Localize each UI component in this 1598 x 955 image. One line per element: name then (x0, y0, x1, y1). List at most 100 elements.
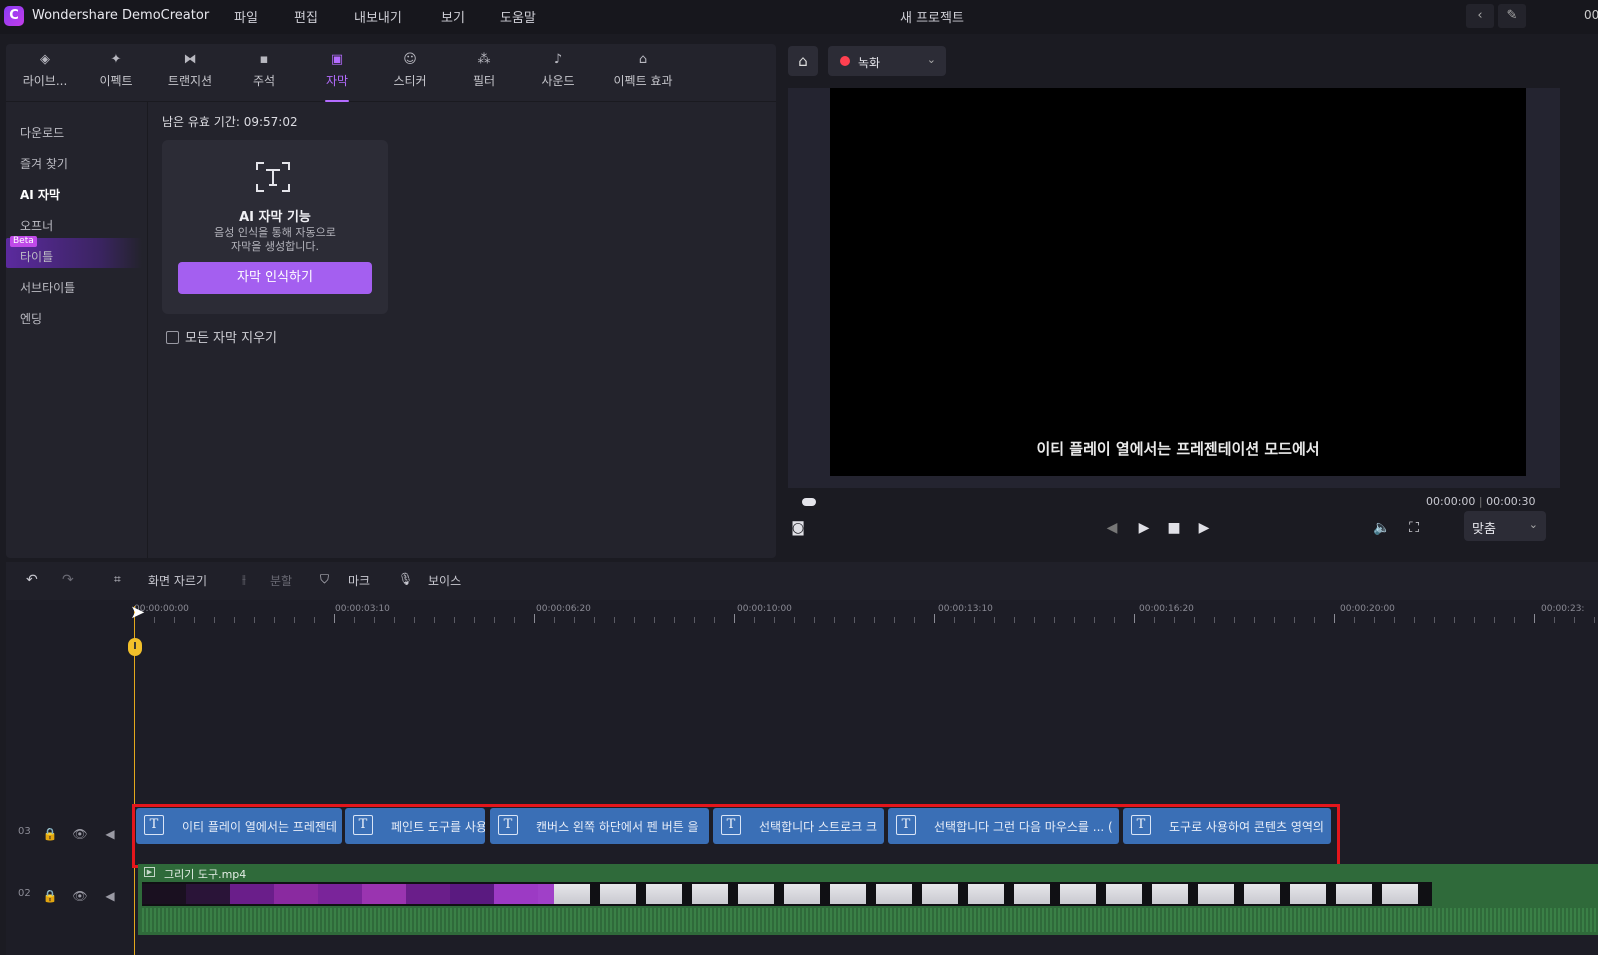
beta-badge: Beta (10, 236, 37, 247)
ruler-tick (1554, 617, 1555, 623)
recognize-captions-button[interactable]: 자막 인식하기 (178, 262, 372, 294)
video-thumbnail (876, 884, 912, 904)
ai-card-desc-line: 자막을 생성합니다. (231, 240, 319, 253)
undo-icon[interactable]: ↶ (26, 572, 38, 588)
checkbox-box[interactable] (166, 331, 179, 344)
lock-icon[interactable]: 🔒 (40, 886, 60, 906)
video-thumbnail (142, 884, 186, 904)
video-clip[interactable]: ▶ 그리기 도구.mp4 (138, 864, 1598, 935)
ruler-tick (654, 617, 655, 623)
clear-all-captions-checkbox[interactable]: 모든 자막 지우기 (166, 327, 277, 346)
menu-help[interactable]: 도움말 (500, 7, 536, 26)
video-thumbnail (922, 884, 958, 904)
speaker-icon[interactable]: ◀ (100, 886, 120, 906)
seek-bar[interactable] (802, 498, 1422, 506)
playhead-handle[interactable]: I (128, 638, 142, 656)
ruler-tick (1514, 617, 1515, 623)
crop-button[interactable]: 화면 자르기 (148, 572, 207, 589)
mark-button[interactable]: 마크 (348, 572, 370, 589)
ruler-tick (894, 617, 895, 623)
video-file-icon: ▶ (144, 867, 155, 877)
eye-icon[interactable]: 👁 (70, 824, 90, 844)
ruler-tick (374, 617, 375, 623)
tab-effects[interactable]: ✦ 이펙트 (94, 52, 138, 96)
ruler-time-label: 00:00:13:10 (938, 604, 993, 614)
tab-annotations[interactable]: ▪ 주석 (246, 52, 282, 96)
play-icon[interactable]: ▶ (1134, 520, 1154, 536)
ruler-time-label: 00:00:10:00 (737, 604, 792, 614)
menu-file[interactable]: 파일 (234, 7, 258, 26)
next-frame-icon[interactable]: ▶ (1194, 520, 1214, 536)
sidebar-item-title[interactable]: 타이틀 (20, 248, 53, 265)
tab-sounds[interactable]: ♪ 사운드 (534, 52, 582, 96)
fit-dropdown[interactable]: 맞춤 ⌄ (1464, 511, 1546, 541)
music-icon: ♪ (553, 52, 563, 67)
ruler-time-label: 00:00:03:10 (335, 604, 390, 614)
ruler-time-label: 00:00:20:00 (1340, 604, 1395, 614)
mouse-cursor-icon: ➤ (130, 602, 146, 623)
ruler-tick (1274, 617, 1275, 623)
sidebar-item-opener[interactable]: 오프너 (20, 217, 53, 234)
sparkle-icon: ✦ (110, 52, 122, 67)
menu-export[interactable]: 내보내기 (354, 7, 402, 26)
text-recognition-icon (256, 162, 290, 192)
record-dropdown[interactable]: 녹화 ⌄ (828, 46, 946, 76)
sidebar-item-ending[interactable]: 엔딩 (20, 310, 42, 327)
record-label: 녹화 (858, 56, 881, 70)
time-ruler[interactable]: 00:00:00:00 00:00:03:10 00:00:06:20 00:00:1… (134, 600, 1598, 626)
ruler-tick (334, 614, 335, 623)
stop-icon[interactable]: ■ (1164, 520, 1184, 536)
speaker-icon[interactable]: ◀ (100, 824, 120, 844)
sidebar-item-ai-captions[interactable]: AI 자막 (20, 186, 60, 203)
library-tabs: ◈ 라이브... ✦ 이펙트 ⧓ 트랜지션 ▪ 주석 ▣ 자막 ☺ 스티커 ⁂ 필터 ♪ 사운드… (6, 44, 776, 102)
ruler-tick (194, 617, 195, 623)
split-icon[interactable]: ⫲ (242, 572, 246, 587)
tab-captions[interactable]: ▣ 자막 (319, 52, 355, 102)
ai-card-desc-line: 음성 인식을 통해 자동으로 (214, 226, 336, 239)
eye-icon[interactable]: 👁 (70, 886, 90, 906)
video-thumbnail (554, 884, 590, 904)
snapshot-camera-icon[interactable]: ◙ (788, 520, 808, 536)
sidebar-item-download[interactable]: 다운로드 (20, 124, 64, 141)
video-thumbnail (646, 884, 682, 904)
mark-icon[interactable]: ⛉ (320, 572, 329, 587)
title-bar: C Wondershare DemoCreator 파일 편집 내보내기 보기 … (0, 0, 1598, 34)
voice-button[interactable]: 보이스 (428, 572, 461, 589)
playhead-line[interactable] (134, 606, 135, 955)
tab-transitions[interactable]: ⧓ 트랜지션 (160, 52, 220, 96)
split-button[interactable]: 분할 (270, 572, 292, 589)
video-thumbnail (318, 884, 362, 904)
tab-effect-packs[interactable]: ⌂ 이펙트 효과 (608, 52, 678, 96)
menu-edit[interactable]: 편집 (294, 7, 318, 26)
previous-frame-icon[interactable]: ◀ (1102, 520, 1122, 536)
app-name: Wondershare DemoCreator (32, 8, 210, 23)
ruler-tick (934, 614, 935, 623)
time-readout: 00:00:00 | 00:00:30 (1426, 495, 1536, 508)
ruler-tick (474, 617, 475, 623)
fullscreen-icon[interactable]: ⛶ (1404, 520, 1424, 536)
volume-icon[interactable]: 🔈 (1372, 520, 1392, 536)
crop-icon[interactable]: ⌗ (114, 572, 121, 587)
ruler-tick (254, 617, 255, 623)
back-icon[interactable]: ‹ (1466, 4, 1494, 28)
top-timecode: 00 (1584, 8, 1598, 22)
menu-view[interactable]: 보기 (441, 7, 465, 26)
microphone-icon[interactable]: 🎙 (398, 572, 413, 586)
home-icon[interactable]: ⌂ (788, 46, 818, 76)
ruler-tick (714, 617, 715, 623)
tab-library[interactable]: ◈ 라이브... (20, 52, 70, 96)
lock-icon[interactable]: 🔒 (40, 824, 60, 844)
time-current: 00:00:00 (1426, 495, 1476, 508)
redo-icon[interactable]: ↷ (62, 572, 74, 588)
ruler-tick (1014, 617, 1015, 623)
seek-knob[interactable] (802, 498, 816, 506)
video-canvas[interactable]: 이티 플레이 열에서는 프레젠테이션 모드에서 (830, 88, 1526, 476)
sidebar-item-subtitle[interactable]: 서브타이틀 (20, 279, 75, 296)
tab-filters[interactable]: ⁂ 필터 (466, 52, 502, 96)
sidebar-item-favorites[interactable]: 즐겨 찾기 (20, 155, 68, 172)
ruler-tick (914, 617, 915, 623)
video-thumbnail (1152, 884, 1188, 904)
tab-stickers[interactable]: ☺ 스티커 (386, 52, 434, 96)
ruler-tick (794, 617, 795, 623)
pen-icon[interactable]: ✎ (1498, 4, 1526, 28)
